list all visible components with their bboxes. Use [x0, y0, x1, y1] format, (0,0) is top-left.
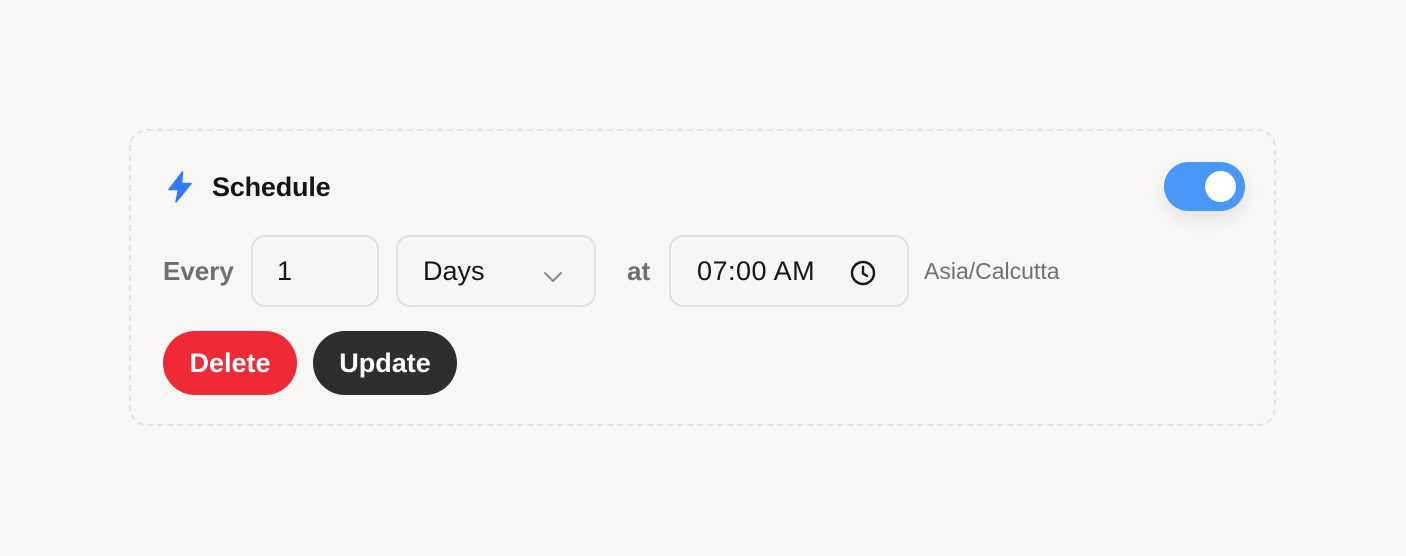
toggle-knob — [1205, 171, 1236, 202]
interval-value: 1 — [277, 255, 293, 286]
schedule-enabled-toggle[interactable] — [1164, 162, 1245, 211]
schedule-card: Schedule Every 1 Days at 07:00 AM Asia/C… — [129, 129, 1276, 426]
delete-button[interactable]: Delete — [163, 331, 297, 395]
update-button-label: Update — [339, 347, 431, 378]
lightning-bolt-icon — [164, 171, 196, 203]
every-label: Every — [163, 256, 234, 286]
schedule-title: Schedule — [212, 171, 331, 202]
schedule-row: Every 1 Days at 07:00 AM Asia/Calcutta — [131, 235, 1274, 307]
delete-button-label: Delete — [189, 347, 271, 378]
unit-select[interactable]: Days — [396, 235, 596, 307]
chevron-down-icon — [542, 262, 564, 282]
timezone-label: Asia/Calcutta — [924, 258, 1060, 284]
at-label: at — [627, 256, 651, 286]
unit-selected-value: Days — [423, 255, 485, 286]
clock-icon[interactable] — [849, 259, 877, 287]
time-value: 07:00 AM — [697, 255, 816, 286]
update-button[interactable]: Update — [313, 331, 457, 395]
schedule-header: Schedule — [164, 171, 331, 203]
time-input[interactable]: 07:00 AM — [669, 235, 909, 307]
interval-input[interactable]: 1 — [251, 235, 379, 307]
